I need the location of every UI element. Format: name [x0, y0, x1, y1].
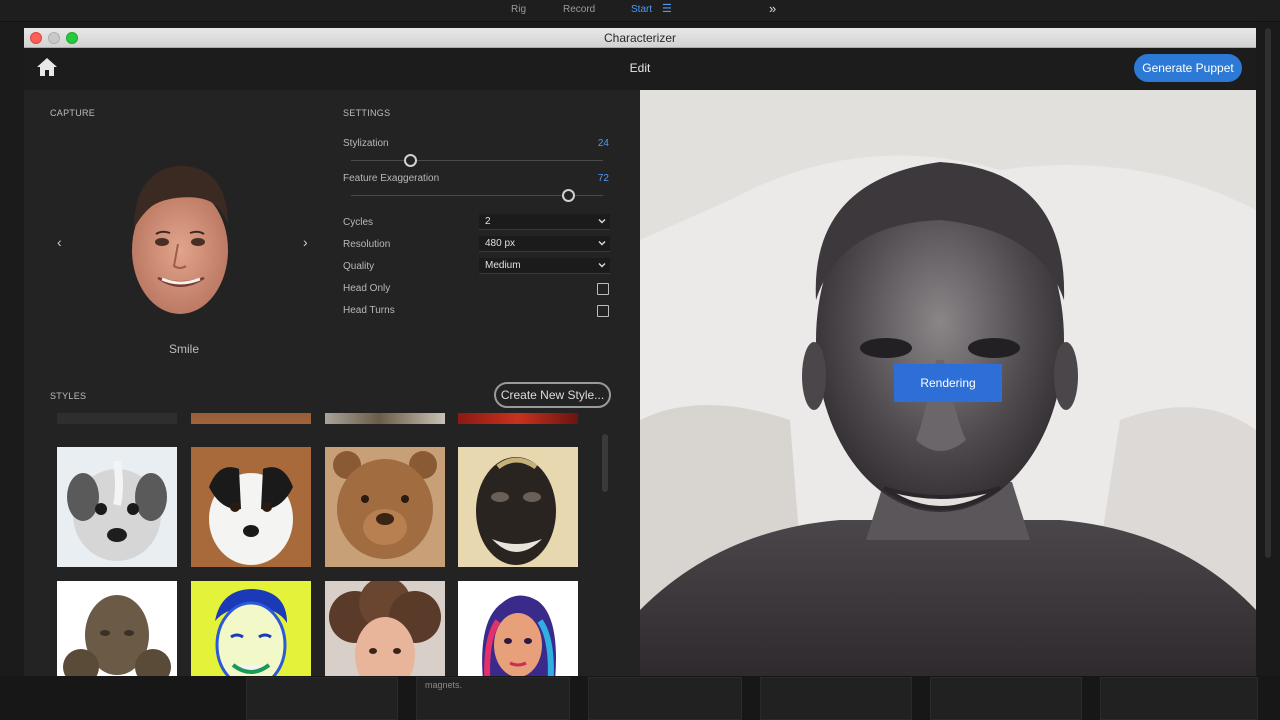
host-tab-rig[interactable]: Rig — [511, 4, 526, 15]
cycles-dropdown[interactable]: 2 — [479, 214, 610, 230]
chevron-right-icon[interactable]: › — [303, 234, 308, 250]
generate-puppet-button[interactable]: Generate Puppet — [1134, 54, 1242, 82]
double-chevron-right-icon[interactable]: » — [769, 1, 776, 16]
host-panel-cell — [588, 677, 742, 720]
style-tile-puppy[interactable] — [57, 447, 177, 567]
stylization-value[interactable]: 24 — [584, 138, 609, 149]
styles-grid — [24, 413, 640, 676]
quality-dropdown[interactable]: Medium — [479, 258, 610, 274]
style-tile-rainbow-watercolor[interactable] — [458, 581, 578, 676]
window-titlebar[interactable]: Characterizer — [24, 28, 1256, 48]
characterizer-window: Characterizer Edit Generate Puppet CAPTU… — [24, 28, 1256, 676]
style-tile-partial[interactable] — [191, 413, 311, 424]
exaggeration-value[interactable]: 72 — [584, 173, 609, 184]
stylization-slider-track[interactable] — [351, 160, 603, 161]
style-tile-wooden-bear[interactable] — [325, 447, 445, 567]
style-tile-partial[interactable] — [57, 413, 177, 424]
capture-section-label: CAPTURE — [50, 108, 96, 118]
host-panel-cell — [1100, 677, 1258, 720]
expression-label: Smile — [168, 342, 199, 356]
style-tile-partial[interactable] — [458, 413, 578, 424]
stylization-slider-thumb[interactable] — [404, 154, 417, 167]
host-scrollbar[interactable] — [1265, 28, 1271, 558]
stylization-label: Stylization — [343, 138, 389, 149]
host-panel-cell — [930, 677, 1082, 720]
style-tile-pop-art-portrait[interactable] — [191, 581, 311, 676]
chevron-down-icon — [598, 219, 606, 224]
rendering-status-button[interactable]: Rendering — [894, 364, 1002, 402]
host-panel-cell — [760, 677, 912, 720]
style-tile-partial[interactable] — [325, 413, 445, 424]
resolution-dropdown[interactable]: 480 px — [479, 236, 610, 252]
styles-section-label: STYLES — [50, 391, 87, 401]
create-new-style-button[interactable]: Create New Style... — [494, 382, 611, 408]
resolution-value: 480 px — [485, 238, 516, 249]
window-title: Characterizer — [603, 31, 677, 45]
header-title: Edit — [629, 61, 651, 75]
app-header: Edit Generate Puppet — [24, 48, 1256, 90]
style-tile-carved-mask[interactable] — [458, 447, 578, 567]
style-tile-border-collie[interactable] — [191, 447, 311, 567]
left-panel: CAPTURE ‹ › Smile SETTINGS Stylization 2… — [24, 90, 640, 676]
captured-face-image — [132, 166, 228, 314]
host-tab-start[interactable]: Start — [631, 4, 652, 15]
exaggeration-label: Feature Exaggeration — [343, 173, 440, 184]
quality-label: Quality — [343, 261, 375, 272]
head-only-checkbox[interactable] — [597, 283, 609, 295]
cycles-label: Cycles — [343, 217, 374, 228]
exaggeration-slider-thumb[interactable] — [562, 189, 575, 202]
style-tile-bronze-bust[interactable] — [57, 581, 177, 676]
host-note-text: magnets. — [425, 680, 463, 690]
resolution-label: Resolution — [343, 239, 391, 250]
cycles-value: 2 — [485, 216, 491, 227]
head-only-label: Head Only — [343, 283, 391, 294]
head-turns-label: Head Turns — [343, 305, 395, 316]
chevron-left-icon[interactable]: ‹ — [57, 234, 62, 250]
style-tile-curly-hair-painting[interactable] — [325, 581, 445, 676]
host-tab-record[interactable]: Record — [563, 4, 595, 15]
preview-panel: Rendering — [640, 90, 1256, 676]
head-turns-checkbox[interactable] — [597, 305, 609, 317]
chevron-down-icon — [598, 241, 606, 246]
host-panel-cell — [246, 677, 398, 720]
host-toolbar: Rig Record Start ☰ » — [0, 0, 1280, 22]
settings-section-label: SETTINGS — [343, 108, 391, 118]
chevron-down-icon — [598, 263, 606, 268]
quality-value: Medium — [485, 260, 521, 271]
hamburger-menu-icon[interactable]: ☰ — [662, 2, 672, 15]
styles-scrollbar[interactable] — [602, 434, 608, 492]
